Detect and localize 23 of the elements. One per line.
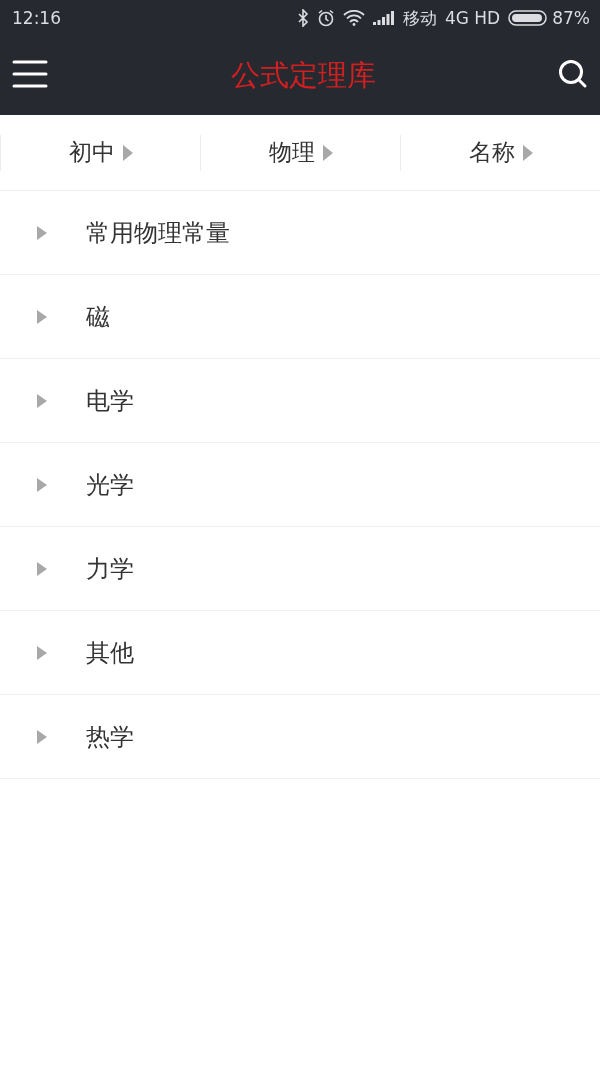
signal-icon xyxy=(372,11,395,25)
category-item[interactable]: 其他 xyxy=(0,611,600,695)
caret-icon xyxy=(322,144,333,161)
category-item[interactable]: 磁 xyxy=(0,275,600,359)
alarm-clock-icon xyxy=(316,9,335,27)
category-item[interactable]: 常用物理常量 xyxy=(0,191,600,275)
battery-icon xyxy=(508,10,549,26)
caret-icon xyxy=(522,144,533,161)
category-item[interactable]: 光学 xyxy=(0,443,600,527)
bluetooth-icon xyxy=(296,9,309,27)
carrier-name: 移动 xyxy=(402,6,437,30)
clock-time: 12:16 xyxy=(12,8,61,28)
battery-percent: 87% xyxy=(552,8,590,28)
network-type: 4G HD xyxy=(444,8,501,28)
filter-dropdown[interactable]: 初中 xyxy=(0,134,200,171)
category-item[interactable]: 电学 xyxy=(0,359,600,443)
filter-dropdown[interactable]: 物理 xyxy=(200,134,400,171)
caret-icon xyxy=(122,144,133,161)
category-item[interactable]: 力学 xyxy=(0,527,600,611)
app-title: 公式定理库 xyxy=(229,56,377,94)
filter-dropdown[interactable]: 名称 xyxy=(400,134,600,171)
category-item[interactable]: 热学 xyxy=(0,695,600,779)
wifi-icon xyxy=(342,10,365,26)
